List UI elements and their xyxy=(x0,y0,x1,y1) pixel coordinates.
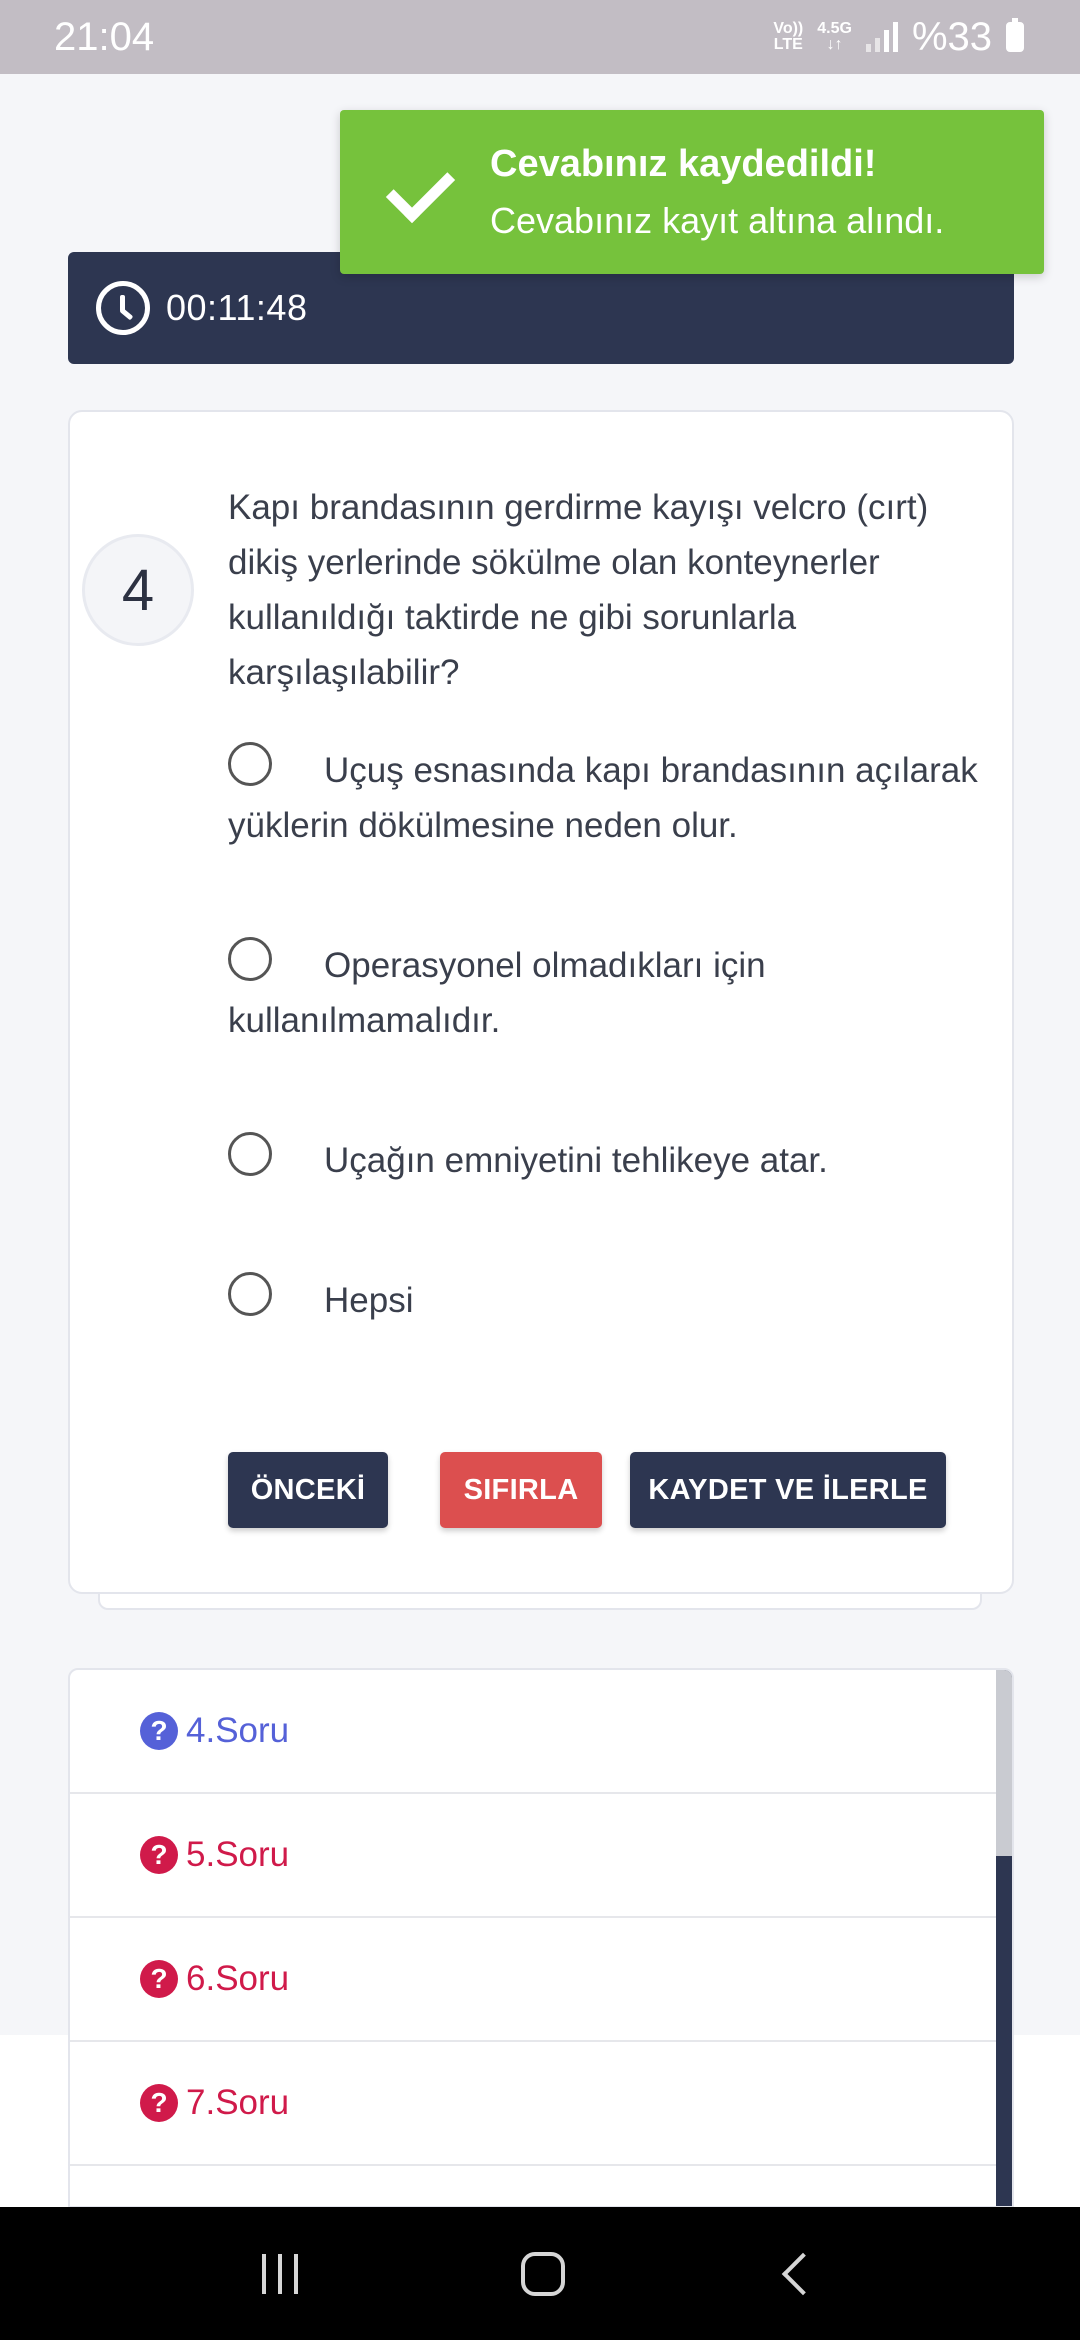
back-icon[interactable] xyxy=(782,2252,825,2295)
save-and-next-button[interactable]: KAYDET VE İLERLE xyxy=(630,1452,946,1528)
question-card: 4 Kapı brandasının gerdirme kayışı velcr… xyxy=(68,410,1014,1594)
answer-option-label: Operasyonel olmadıkları için kullanılmam… xyxy=(228,946,766,1040)
answer-option-3[interactable]: Uçağın emniyetini tehlikeye atar. xyxy=(228,1132,988,1188)
reset-button[interactable]: SIFIRLA xyxy=(440,1452,602,1528)
status-icons: Vo)) LTE 4.5G ↓↑ %33 xyxy=(773,15,1024,60)
lte-label: LTE xyxy=(773,36,803,53)
radio-button-icon[interactable] xyxy=(228,1272,272,1316)
question-list-item[interactable]: ? 7.Soru xyxy=(70,2042,998,2166)
answer-option-1[interactable]: Uçuş esnasında kapı brandasının açılarak… xyxy=(228,742,988,853)
question-mark-icon: ? xyxy=(140,2084,178,2122)
navigation-bar xyxy=(0,2207,1080,2340)
question-mark-icon: ? xyxy=(140,1712,178,1750)
answer-option-4[interactable]: Hepsi xyxy=(228,1272,988,1328)
answer-option-label: Uçuş esnasında kapı brandasının açılarak… xyxy=(228,751,978,845)
battery-percent: %33 xyxy=(911,14,992,59)
timer-value: 00:11:48 xyxy=(166,287,308,328)
data-type-label: 4.5G xyxy=(817,20,852,37)
signal-icon xyxy=(865,22,898,52)
toast-title: Cevabınız kaydedildi! xyxy=(490,142,877,185)
home-icon[interactable] xyxy=(520,2251,565,2296)
radio-button-icon[interactable] xyxy=(228,937,272,981)
data-arrows-icon: ↓↑ xyxy=(826,36,843,53)
success-toast[interactable]: Cevabınız kaydedildi! Cevabınız kayıt al… xyxy=(340,110,1044,274)
question-list-item[interactable]: ? 5.Soru xyxy=(70,1794,998,1918)
recents-icon[interactable] xyxy=(261,2253,298,2294)
volte-label: Vo)) xyxy=(773,20,804,37)
question-number-badge: 4 xyxy=(82,534,194,646)
question-list-item[interactable]: ? 6.Soru xyxy=(70,1918,998,2042)
clock-icon xyxy=(96,281,150,335)
status-bar: 21:04 Vo)) LTE 4.5G ↓↑ %33 xyxy=(0,0,1080,74)
answer-option-label: Uçağın emniyetini tehlikeye atar. xyxy=(324,1141,828,1180)
answer-option-2[interactable]: Operasyonel olmadıkları için kullanılmam… xyxy=(228,937,988,1048)
battery-icon xyxy=(1006,18,1024,52)
question-list[interactable]: ? 4.Soru ? 5.Soru ? 6.Soru ? 7.Soru xyxy=(68,1668,1014,2208)
question-list-label: 5.Soru xyxy=(186,1835,290,1874)
checkmark-icon xyxy=(380,152,460,232)
question-mark-icon: ? xyxy=(140,1836,178,1874)
scrollbar-thumb[interactable] xyxy=(996,1670,1012,1856)
question-list-label: 7.Soru xyxy=(186,2083,290,2122)
question-list-label: 4.Soru xyxy=(186,1711,290,1750)
question-list-item-current[interactable]: ? 4.Soru xyxy=(70,1670,998,1794)
question-mark-icon: ? xyxy=(140,1960,178,1998)
question-text: Kapı brandasının gerdirme kayışı velcro … xyxy=(228,488,929,692)
toast-content: Cevabınız kaydedildi! Cevabınız kayıt al… xyxy=(490,143,944,242)
status-time: 21:04 xyxy=(54,14,155,59)
data-type-icon: 4.5G ↓↑ xyxy=(817,21,852,53)
question-list-label: 6.Soru xyxy=(186,1959,290,1998)
toast-message: Cevabınız kayıt altına alındı. xyxy=(490,199,945,241)
previous-button[interactable]: ÖNCEKİ xyxy=(228,1452,388,1528)
radio-button-icon[interactable] xyxy=(228,742,272,786)
volte-icon: Vo)) LTE xyxy=(773,21,803,53)
radio-button-icon[interactable] xyxy=(228,1132,272,1176)
answer-option-label: Hepsi xyxy=(324,1281,414,1320)
